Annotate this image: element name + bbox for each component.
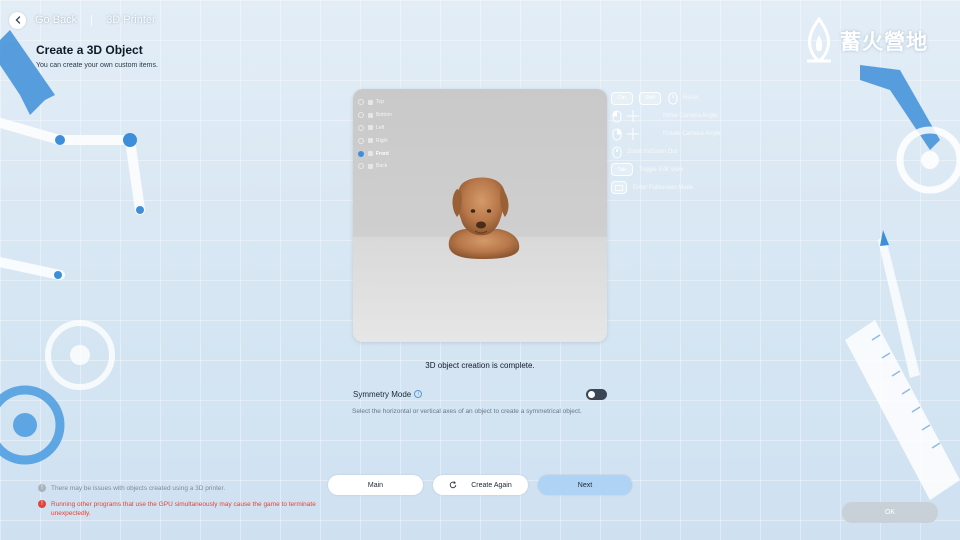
breadcrumb: 3D Printer <box>106 14 156 26</box>
view-label: Back <box>376 163 388 170</box>
move-arrows-icon <box>627 127 639 141</box>
info-icon[interactable]: i <box>414 390 423 398</box>
move-arrows-icon <box>627 109 639 123</box>
model-viewport[interactable]: Top Bottom Left Right Front Back <box>353 89 607 342</box>
zoom-label: Zoom In/Zoom Out <box>627 149 678 155</box>
create-again-button[interactable]: Create Again <box>433 475 528 495</box>
background-decoration-right <box>845 65 960 500</box>
symmetry-mode-description: Select the horizontal or vertical axes o… <box>352 408 582 415</box>
logo: 蓄火營地 <box>804 12 949 70</box>
legend-row-reset: Ctrl Shift Reset <box>611 91 699 105</box>
radio-icon <box>358 163 364 170</box>
refresh-icon <box>450 481 457 489</box>
mouse-icon <box>667 91 679 105</box>
top-bar: Go Back 3D Printer <box>9 10 156 30</box>
cube-icon <box>368 151 373 157</box>
warning-note: ! Running other programs that use the GP… <box>38 500 328 518</box>
cube-icon <box>368 112 373 118</box>
view-label: Bottom <box>376 112 392 119</box>
logo-text: 蓄火營地 <box>840 31 928 54</box>
fullscreen-label: Enter Fullscreen Mode <box>633 184 694 191</box>
radio-icon <box>358 112 364 119</box>
legend-row-rotate: Rotate Camera Angle <box>611 127 720 141</box>
cube-icon <box>368 99 373 105</box>
radio-icon <box>358 137 364 144</box>
ctrl-key: Ctrl <box>611 91 633 105</box>
symmetry-mode-label: Symmetry Mode <box>353 389 412 399</box>
view-label: Left <box>376 124 385 131</box>
radio-icon <box>358 99 364 106</box>
chevron-left-icon <box>15 16 20 24</box>
radio-icon <box>358 124 364 131</box>
mouse-wheel-icon <box>611 145 623 159</box>
radio-selected-icon <box>358 150 364 157</box>
warning-note-text: Running other programs that use the GPU … <box>51 501 316 517</box>
toggle-view-label: Toggle Edit View <box>639 166 684 173</box>
legend-row-fullscreen: Enter Fullscreen Mode <box>611 181 693 194</box>
view-label: Front <box>376 150 389 157</box>
view-option-back[interactable]: Back <box>358 160 392 173</box>
view-selector: Top Bottom Left Right Front Back <box>358 96 392 173</box>
fullscreen-key-icon <box>611 181 627 194</box>
mouse-right-icon <box>611 127 623 141</box>
view-option-top[interactable]: Top <box>358 96 392 109</box>
view-label: Top <box>376 99 385 106</box>
view-option-left[interactable]: Left <box>358 122 392 135</box>
back-button[interactable] <box>9 11 26 29</box>
view-option-bottom[interactable]: Bottom <box>358 109 392 122</box>
breadcrumb-separator <box>91 14 93 26</box>
status-message: 3D object creation is complete. <box>425 361 535 370</box>
main-button[interactable]: Main <box>328 475 423 495</box>
create-again-label: Create Again <box>471 481 512 489</box>
view-option-front[interactable]: Front <box>358 147 392 160</box>
view-label: Right <box>376 137 388 144</box>
legend-row-move: Move Camera Angle <box>611 109 717 123</box>
symmetry-mode-toggle[interactable] <box>586 388 607 400</box>
view-option-right[interactable]: Right <box>358 134 392 147</box>
info-note-text: There may be issues with objects created… <box>51 485 226 492</box>
shift-key: Shift <box>639 91 661 105</box>
info-circle-icon: ! <box>38 484 46 492</box>
warning-icon: ! <box>38 500 46 508</box>
page-subtitle: You can create your own custom items. <box>36 62 158 69</box>
mouse-left-icon <box>611 109 623 123</box>
info-note: ! There may be issues with objects creat… <box>38 484 225 493</box>
legend-row-toggle-view: Tab Toggle Edit View <box>611 163 683 176</box>
rotate-camera-label: Rotate Camera Angle <box>663 131 721 137</box>
ok-button[interactable]: OK <box>842 502 938 523</box>
cube-icon <box>368 138 373 144</box>
tab-key: Tab <box>611 163 633 176</box>
legend-row-zoom: Zoom In/Zoom Out <box>611 145 677 159</box>
dog-model-preview <box>448 177 520 259</box>
move-camera-label: Move Camera Angle <box>663 113 718 119</box>
symmetry-mode-row: Symmetry Mode i <box>353 387 607 401</box>
next-button[interactable]: Next <box>538 475 632 495</box>
background-decoration-left <box>0 30 145 465</box>
cube-icon <box>368 163 373 169</box>
back-link[interactable]: Go Back <box>35 14 77 26</box>
reset-label: Reset <box>683 95 699 101</box>
cube-icon <box>368 125 373 131</box>
flame-logo-icon <box>807 17 831 63</box>
page-title: Create a 3D Object <box>36 43 143 57</box>
